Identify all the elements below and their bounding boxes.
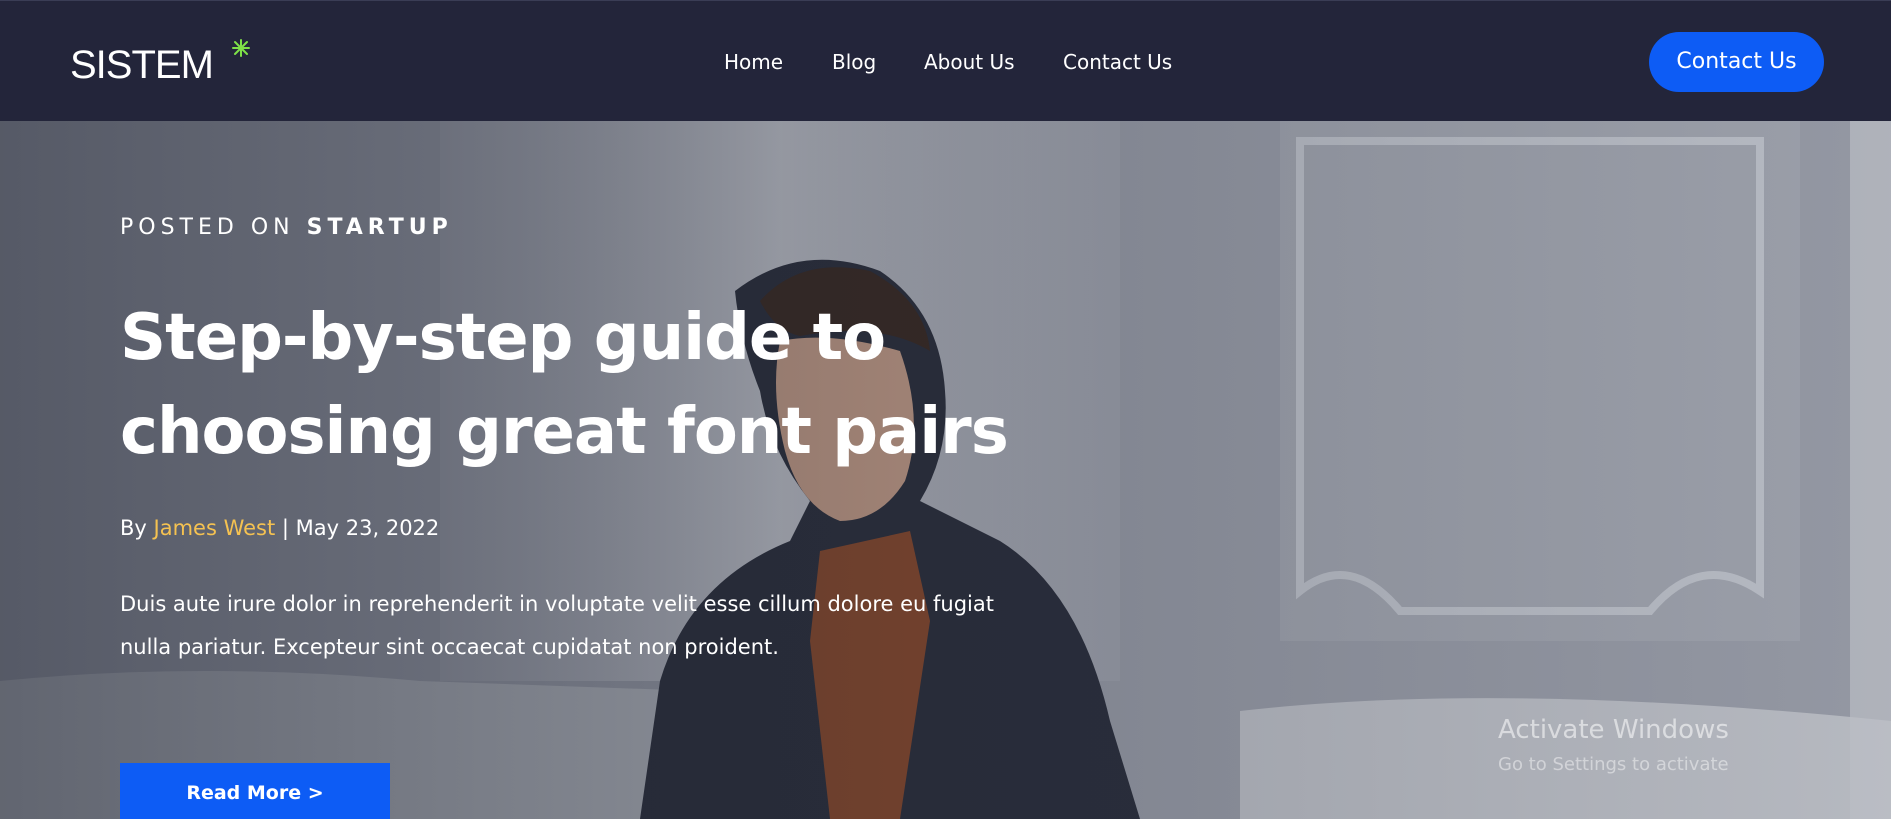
post-byline: By James West | May 23, 2022 bbox=[120, 514, 439, 542]
hero-content: POSTED ON STARTUP Step-by-step guide to … bbox=[120, 121, 1120, 819]
watermark-title: Activate Windows bbox=[1498, 715, 1729, 745]
nav-home-link[interactable]: Home bbox=[724, 49, 783, 75]
read-more-button[interactable]: Read More > bbox=[120, 763, 390, 819]
contact-us-button[interactable]: Contact Us bbox=[1649, 32, 1824, 92]
post-category: POSTED ON STARTUP bbox=[120, 214, 453, 242]
nav-blog-link[interactable]: Blog bbox=[832, 49, 876, 75]
author-link[interactable]: James West bbox=[154, 516, 276, 540]
post-excerpt: Duis aute irure dolor in reprehenderit i… bbox=[120, 592, 994, 659]
windows-activation-watermark: Activate Windows Go to Settings to activ… bbox=[1498, 714, 1878, 775]
category-name-link[interactable]: STARTUP bbox=[307, 215, 453, 240]
category-prefix: POSTED ON bbox=[120, 215, 295, 240]
top-navbar: SISTEM Home Blog About Us Contact Us Con… bbox=[0, 0, 1891, 121]
post-headline: Step-by-step guide to choosing great fon… bbox=[120, 301, 1009, 469]
main-nav: Home Blog About Us Contact Us bbox=[0, 49, 1891, 75]
byline-separator: | bbox=[281, 516, 289, 540]
watermark-subtitle: Go to Settings to activate bbox=[1498, 754, 1729, 775]
nav-about-us-link[interactable]: About Us bbox=[924, 49, 1015, 75]
byline-prefix: By bbox=[120, 516, 147, 540]
nav-contact-us-link[interactable]: Contact Us bbox=[1063, 49, 1172, 75]
post-date: May 23, 2022 bbox=[295, 516, 440, 540]
